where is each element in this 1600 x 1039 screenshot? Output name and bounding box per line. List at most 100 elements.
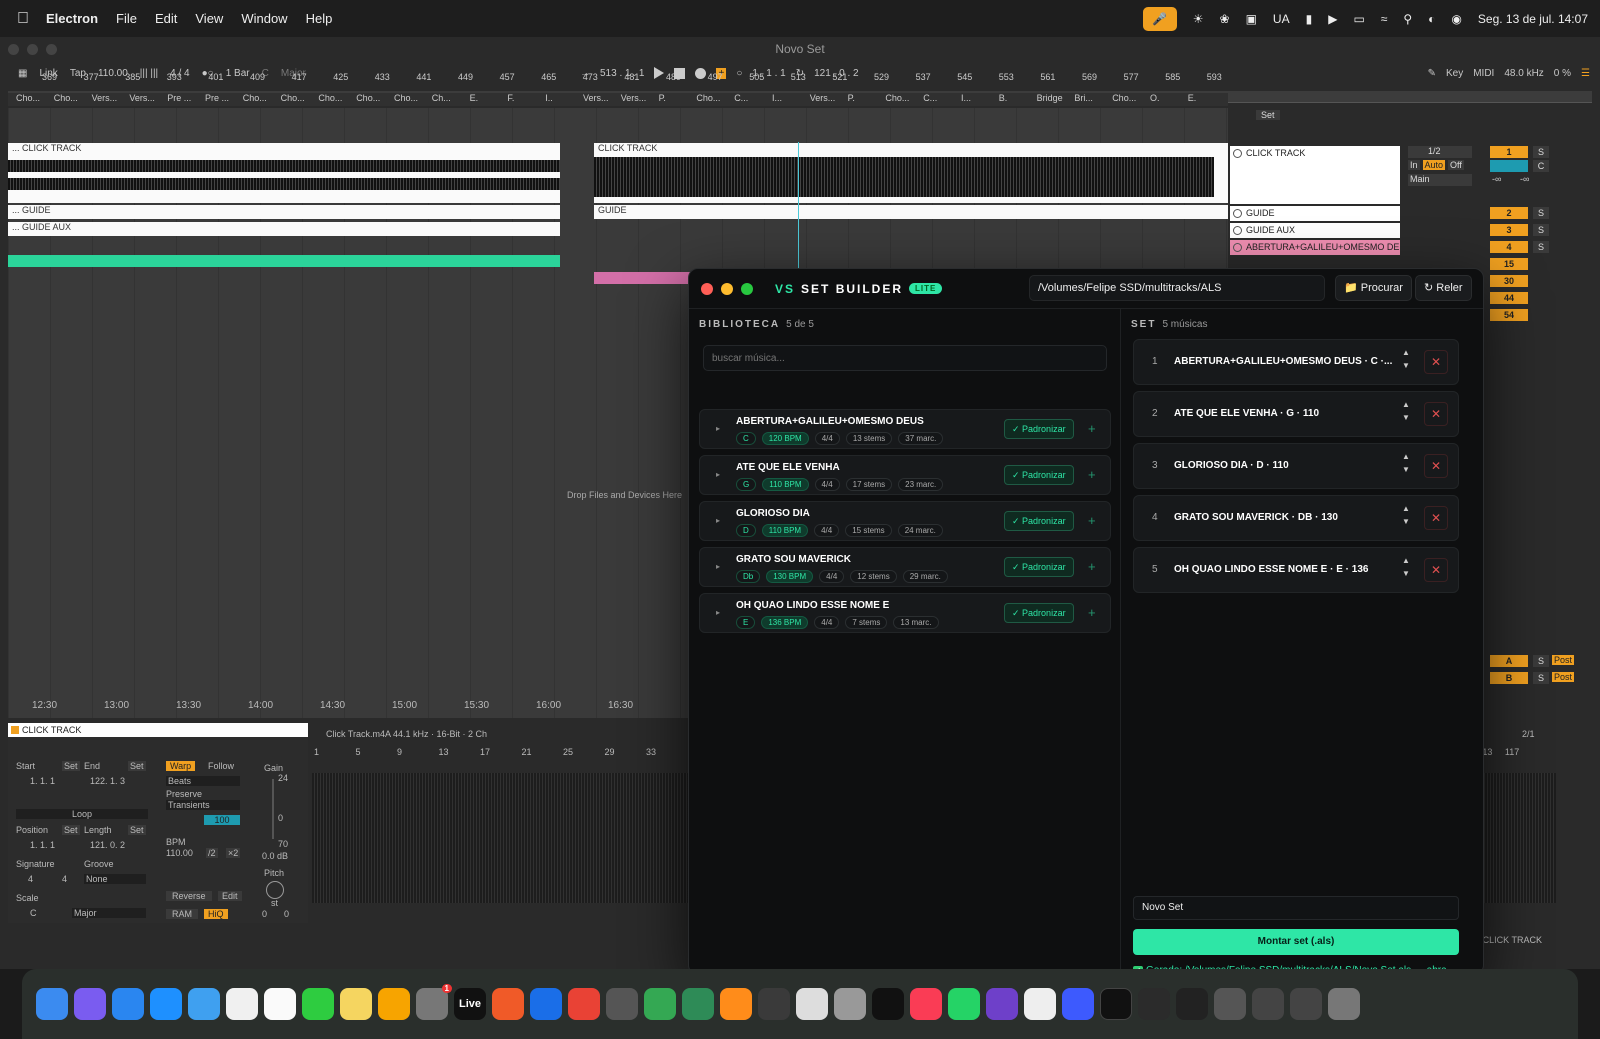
expand-arrow-icon[interactable]: ▸ [716,608,720,617]
locator[interactable]: E. [470,93,479,103]
track-activator[interactable]: 54 [1490,309,1528,321]
signature-denominator[interactable]: 4 [62,874,67,884]
apple-menu-icon[interactable]:  [0,10,46,28]
library-search-input[interactable] [703,345,1107,371]
expand-arrow-icon[interactable]: ▸ [716,516,720,525]
reload-button[interactable]: ↻ Reler [1415,275,1472,301]
song-clip[interactable] [594,272,694,284]
safari-icon[interactable] [112,988,144,1020]
add-to-set-icon[interactable]: + [1088,467,1096,482]
length-set-button[interactable]: Set [128,825,146,835]
track-header-guide[interactable]: GUIDE [1230,206,1400,221]
signature-numerator[interactable]: 4 [28,874,33,884]
library-song-card[interactable]: ▸ OH QUAO LINDO ESSE NOME E E 136 BPM 4/4 7 s… [699,593,1111,633]
move-up-icon[interactable]: ▲ [1402,504,1410,513]
move-down-icon[interactable]: ▼ [1402,517,1410,526]
battery-level-icon[interactable]: ▭ [1353,12,1364,26]
remove-from-set-icon[interactable]: ✕ [1424,402,1448,426]
locator[interactable]: I... [961,93,971,103]
standardize-button[interactable]: ✓ Padronizar [1004,557,1074,577]
follow-button[interactable]: Follow [208,761,234,771]
davinci-resolve-icon[interactable] [758,988,790,1020]
display-icon[interactable]: ▣ [1246,12,1257,26]
half-tempo-button[interactable]: /2 [206,848,218,858]
expand-arrow-icon[interactable]: ▸ [716,424,720,433]
locator[interactable]: Cho... [16,93,40,103]
groove-dropdown[interactable]: None [84,874,146,884]
locator[interactable]: F. [507,93,514,103]
gain-slider[interactable] [272,779,274,839]
track-fold-icon[interactable] [1233,149,1242,158]
menu-app-name[interactable]: Electron [46,11,98,26]
monitor-auto-button[interactable]: Auto [1422,160,1446,170]
position-field[interactable]: 1. 1. 1 [30,840,55,850]
window-thumbnail-icon[interactable] [1252,988,1284,1020]
library-path-field[interactable]: /Volumes/Felipe SSD/multitracks/ALS [1029,275,1325,301]
claude-icon[interactable] [492,988,524,1020]
detune-field[interactable]: 0 [284,909,289,919]
close-window-button[interactable] [701,282,713,295]
track-header-click[interactable]: CLICK TRACK [1230,146,1400,204]
document-icon[interactable] [1176,988,1208,1020]
mail-icon[interactable] [188,988,220,1020]
locator[interactable]: Vers... [583,93,609,103]
locator[interactable]: Vers... [621,93,647,103]
move-up-icon[interactable]: ▲ [1402,348,1410,357]
menu-edit[interactable]: Edit [155,11,177,26]
system-settings-icon[interactable]: 1 [416,984,452,1020]
edit-button[interactable]: Edit [218,891,242,901]
track-header-guide-aux[interactable]: GUIDE AUX [1230,223,1400,238]
locator[interactable]: Vers... [92,93,118,103]
locator[interactable]: E. [1188,93,1197,103]
move-down-icon[interactable]: ▼ [1402,361,1410,370]
move-up-icon[interactable]: ▲ [1402,452,1410,461]
remove-from-set-icon[interactable]: ✕ [1424,454,1448,478]
minimize-window-button[interactable] [27,44,38,55]
android-studio-icon[interactable] [682,988,714,1020]
track-activator[interactable]: 15 [1490,258,1528,270]
click-track-clip-right[interactable]: CLICK TRACK [594,143,1228,203]
library-song-card[interactable]: ▸ ATE QUE ELE VENHA G 110 BPM 4/4 17 stems 23 … [699,455,1111,495]
zoom-window-button[interactable] [46,44,57,55]
window-thumbnail-icon[interactable] [1290,988,1322,1020]
sample-ruler[interactable]: 1 5 9 13 17 21 25 29 33 [312,747,692,759]
play-status-icon[interactable]: ▶ [1328,12,1337,26]
zoom-window-button[interactable] [741,282,753,295]
facetime-icon[interactable] [302,988,334,1020]
expand-arrow-icon[interactable]: ▸ [716,562,720,571]
locator[interactable]: C... [923,93,937,103]
library-song-card[interactable]: ▸ GRATO SOU MAVERICK Db 130 BPM 4/4 12 stems 2… [699,547,1111,587]
scale-key-dropdown[interactable]: C [30,908,37,918]
end-field[interactable]: 122. 1. 3 [90,776,125,786]
add-to-set-icon[interactable]: + [1088,559,1096,574]
click-track-clip-left[interactable]: ... CLICK TRACK [8,143,560,203]
locator[interactable]: I.. [545,93,553,103]
library-song-card[interactable]: ▸ ABERTURA+GALILEU+OMESMO DEUS C 120 BPM 4/4… [699,409,1111,449]
double-tempo-button[interactable]: ×2 [226,848,241,858]
launchpad-icon[interactable] [74,988,106,1020]
menu-window[interactable]: Window [241,11,287,26]
battery-icon[interactable]: ▮ [1306,12,1313,26]
standardize-button[interactable]: ✓ Padronizar [1004,419,1074,439]
fl-studio-icon[interactable] [720,988,752,1020]
locator[interactable]: P. [848,93,855,103]
set-item[interactable]: 4 GRATO SOU MAVERICK · DB · 130 ▲ ▼ ✕ [1133,495,1459,541]
locator-lane[interactable]: Cho... Cho... Vers... Vers... Pre ... Pre ...… [8,93,1228,106]
gain-field[interactable]: 0.0 dB [262,851,288,861]
vs-set-builder-icon[interactable] [1100,988,1132,1020]
return-track-b[interactable]: B [1490,672,1528,684]
spotlight-search-icon[interactable]: ⚲ [1403,12,1412,26]
microphone-icon[interactable]: 🎤 [1142,6,1177,31]
xcode-instruments-icon[interactable] [530,988,562,1020]
locator[interactable]: Cho... [394,93,418,103]
move-down-icon[interactable]: ▼ [1402,465,1410,474]
control-center-icon[interactable]: ◐ [1428,12,1435,26]
warp-mode-dropdown[interactable]: Beats [166,776,240,786]
standardize-button[interactable]: ✓ Padronizar [1004,511,1074,531]
move-down-icon[interactable]: ▼ [1402,413,1410,422]
end-set-button[interactable]: Set [128,761,146,771]
chrome-profile-icon[interactable] [644,988,676,1020]
locator[interactable]: Pre ... [167,93,191,103]
position-set-button[interactable]: Set [62,825,80,835]
post-button[interactable]: Post [1552,672,1575,682]
